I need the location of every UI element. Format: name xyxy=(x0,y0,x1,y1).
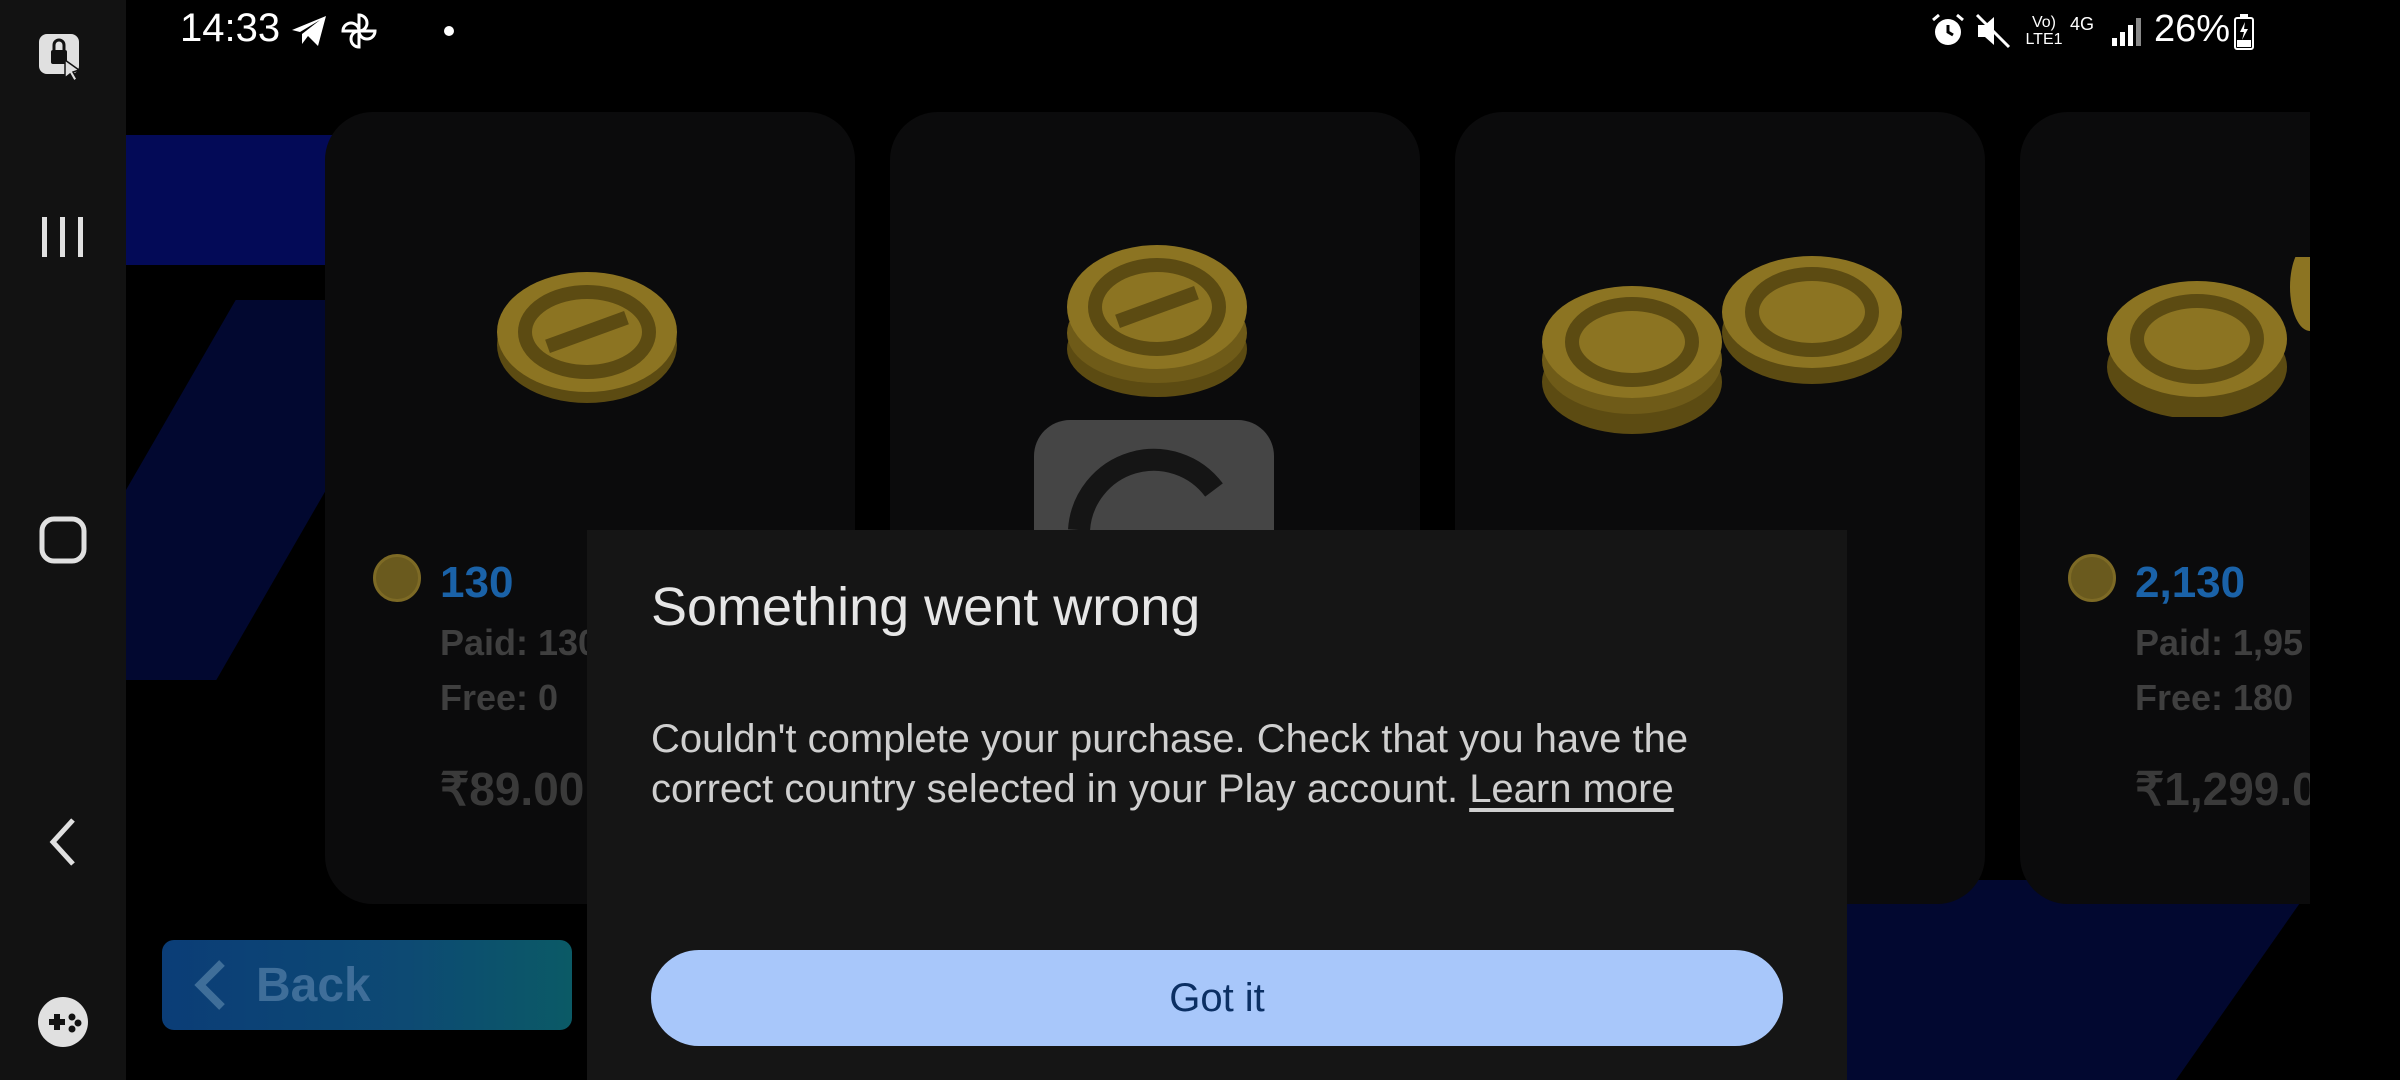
mute-icon xyxy=(1975,13,2011,49)
free-amount: Free: 0 xyxy=(440,677,559,718)
dialog-title: Something went wrong xyxy=(651,577,1201,637)
coin-stack-icon xyxy=(1542,256,1902,434)
status-bar: 14:33 Vo) LTE1 4G 26% xyxy=(0,0,2400,62)
error-dialog: Something went wrong Couldn't complete y… xyxy=(587,530,1847,1080)
back-button-label: Back xyxy=(256,958,371,1012)
chevron-left-icon xyxy=(194,960,225,1010)
home-icon[interactable] xyxy=(33,510,93,570)
coin-amount: 130 xyxy=(440,558,514,607)
pack-price: ₹1,299.0 xyxy=(2135,763,2310,815)
coin-pack-card[interactable]: 2,130 Paid: 1,95 Free: 180 ₹1,299.0 xyxy=(2020,112,2310,904)
dialog-message: Couldn't complete your purchase. Check t… xyxy=(651,714,1791,814)
pinwheel-icon xyxy=(341,13,377,49)
telegram-icon xyxy=(292,16,326,46)
clock: 14:33 xyxy=(180,6,281,50)
paid-amount: Paid: 1,95 xyxy=(2135,622,2304,663)
paid-amount: Paid: 130 xyxy=(440,622,599,663)
coin-stack-icon xyxy=(1067,245,1247,397)
pack-price: ₹89.00 xyxy=(440,763,585,815)
notification-dot xyxy=(444,26,454,36)
back-arrow-icon[interactable] xyxy=(33,812,93,872)
coin-amount: 2,130 xyxy=(2135,558,2246,607)
system-nav-bar xyxy=(0,0,126,1080)
free-amount: Free: 180 xyxy=(2135,677,2294,718)
signal-icon xyxy=(2112,18,2141,46)
battery-percent: 26% xyxy=(2154,8,2231,50)
recents-icon[interactable] xyxy=(33,207,93,267)
learn-more-link[interactable]: Learn more xyxy=(1469,767,1674,811)
coin-icon xyxy=(2068,554,2116,602)
got-it-button[interactable]: Got it xyxy=(651,950,1783,1046)
game-launcher-icon[interactable] xyxy=(33,992,93,1052)
screen-edge xyxy=(2310,0,2400,1080)
coin-stack-icon xyxy=(497,272,677,403)
coin-icon xyxy=(373,554,421,602)
coin-stack-icon xyxy=(2107,257,2310,417)
back-button[interactable]: Back xyxy=(162,940,572,1030)
battery-icon xyxy=(2234,14,2254,50)
network-type: 4G xyxy=(2070,14,2095,34)
volte-indicator: Vo) LTE1 xyxy=(2025,14,2063,48)
alarm-icon xyxy=(1932,13,1964,45)
